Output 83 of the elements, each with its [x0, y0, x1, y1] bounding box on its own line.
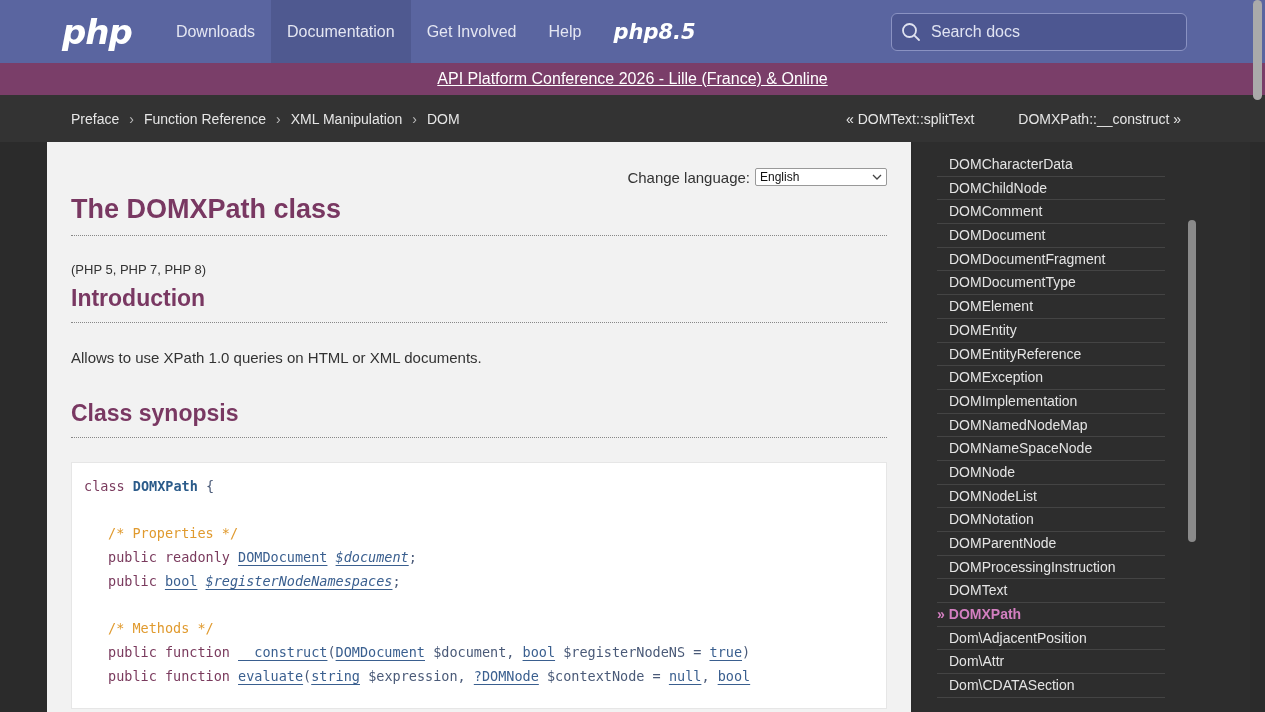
scrollbar-thumb[interactable]	[1253, 0, 1262, 100]
code-comment: /* Properties */	[108, 525, 239, 542]
code-text: $expression,	[367, 667, 467, 684]
sidebar-link[interactable]: DOMElement	[937, 295, 1165, 319]
version-info: (PHP 5, PHP 7, PHP 8)	[71, 262, 208, 277]
class-name: DOMXPath	[132, 478, 198, 494]
next-page-link[interactable]: DOMXPath::__construct »	[1018, 110, 1181, 127]
code-text: ,	[701, 667, 711, 684]
language-select[interactable]: English	[755, 168, 887, 186]
nav-link[interactable]: Documentation	[271, 0, 411, 63]
sidebar-link[interactable]: DOMText	[937, 579, 1165, 604]
sidebar-link[interactable]: DOMNamedNodeMap	[937, 413, 1165, 438]
sidebar-link[interactable]: DOMParentNode	[937, 532, 1165, 556]
breadcrumb-link[interactable]: DOM	[427, 110, 460, 127]
previous-page-link[interactable]: « DOMText::splitText	[846, 110, 975, 127]
type-link[interactable]: bool	[164, 572, 198, 589]
sidebar-link[interactable]: DOMDocumentFragment	[937, 247, 1165, 272]
sidebar-link[interactable]: DOMNodeList	[937, 484, 1165, 509]
nav-link[interactable]: Help	[532, 0, 598, 63]
type-link[interactable]: null	[668, 667, 702, 684]
conference-link[interactable]: API Platform Conference 2026 - Lille (France) & Online	[437, 70, 828, 88]
variable-link[interactable]: $document	[335, 549, 409, 566]
chevron-down-icon	[872, 174, 882, 180]
sidebar-link[interactable]: DOMNotation	[937, 508, 1165, 532]
sidebar-link[interactable]: » DOMXPath	[937, 603, 1165, 627]
type-link[interactable]: bool	[522, 643, 556, 660]
description-text: Allows to use XPath 1.0 queries on HTML or XML documents.	[71, 349, 483, 366]
type-link[interactable]: DOMDocument	[335, 643, 425, 660]
page-title: The DOMXPath class	[71, 194, 343, 225]
type-link[interactable]: DOMDocument	[238, 549, 328, 566]
language-label: Change language:	[627, 168, 750, 186]
breadcrumb-link[interactable]: XML Manipulation	[290, 110, 403, 127]
code-text: (	[327, 643, 336, 660]
nav-link[interactable]: Get Involved	[410, 0, 533, 63]
type-link[interactable]: evaluate	[238, 667, 304, 684]
code-text: $registerNodeNS =	[562, 643, 703, 660]
code-text: $document,	[432, 643, 516, 660]
code-keyword: public	[108, 572, 158, 589]
sidebar-link[interactable]: DOMEntity	[937, 318, 1165, 343]
sidebar-link[interactable]: DOMNameSpaceNode	[937, 437, 1165, 461]
search-field[interactable]: Search docs	[891, 12, 1187, 51]
release-logo[interactable]: php8.5	[613, 19, 696, 44]
sidebar-link[interactable]: DOMProcessingInstruction	[937, 555, 1165, 580]
breadcrumb-separator: ›	[276, 110, 281, 127]
code-keyword: class	[84, 478, 126, 494]
sidebar-link[interactable]: DOMEntityReference	[937, 342, 1165, 367]
variable-link[interactable]: $registerNodeNamespaces	[205, 572, 393, 589]
sidebar-link[interactable]: DOMCharacterData	[937, 153, 1165, 177]
sidebar-link[interactable]: Dom\Attr	[937, 650, 1165, 675]
section-heading: Class synopsis	[71, 400, 240, 427]
sidebar-link[interactable]: DOMException	[937, 366, 1165, 390]
code-keyword: public function	[108, 643, 231, 660]
nav-link[interactable]: Downloads	[159, 0, 272, 63]
code-text: ;	[392, 572, 401, 589]
sidebar-link[interactable]: DOMChildNode	[937, 176, 1165, 201]
code-text: ;	[408, 549, 417, 566]
code-keyword: public function	[108, 667, 231, 684]
sidebar-link[interactable]: DOMDocumentType	[937, 271, 1165, 296]
code-comment: /* Methods */	[108, 620, 214, 637]
breadcrumb-link[interactable]: Preface	[71, 110, 120, 127]
code-text: )	[742, 643, 751, 660]
type-link[interactable]: string	[311, 667, 360, 684]
code-keyword: public readonly	[108, 549, 231, 566]
type-link[interactable]: __construct	[238, 643, 328, 660]
sidebar-link[interactable]: DOMNode	[937, 460, 1165, 485]
section-heading: Introduction	[71, 285, 207, 312]
breadcrumb-link[interactable]: Function Reference	[143, 110, 267, 127]
sidebar-link[interactable]: DOMDocument	[937, 224, 1165, 248]
sidebar-link[interactable]: Dom\CDATASection	[937, 674, 1165, 698]
search-icon	[901, 21, 921, 42]
type-link[interactable]: bool	[717, 667, 751, 684]
type-link[interactable]: true	[709, 643, 742, 660]
php-logo[interactable]: php	[62, 11, 132, 52]
type-link[interactable]: ?DOMNode	[473, 667, 539, 684]
sidebar-link[interactable]: Dom\AdjacentPosition	[937, 626, 1165, 651]
breadcrumb-separator: ›	[412, 110, 417, 127]
scrollbar-thumb[interactable]	[1188, 220, 1196, 542]
breadcrumb-separator: ›	[129, 110, 134, 127]
sidebar-link[interactable]: DOMImplementation	[937, 389, 1165, 414]
code-text: {	[204, 478, 215, 494]
code-text: (	[303, 667, 312, 684]
code-text: $contextNode =	[545, 667, 662, 684]
sidebar-link[interactable]: DOMComment	[937, 200, 1165, 225]
